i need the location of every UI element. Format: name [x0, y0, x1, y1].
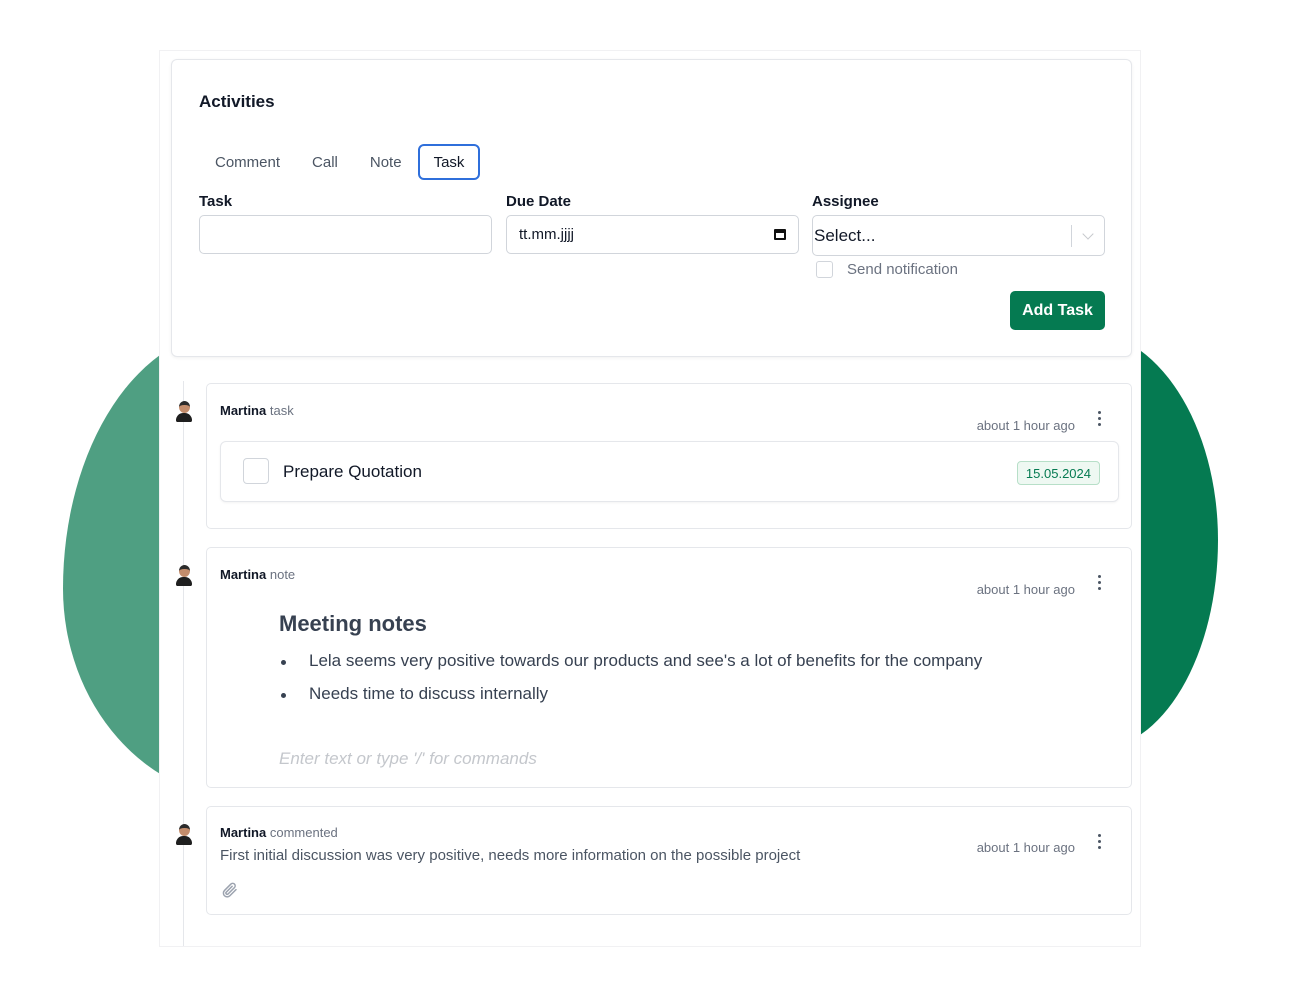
send-notification-label: Send notification [847, 261, 958, 278]
avatar [174, 824, 194, 846]
tab-note[interactable]: Note [354, 144, 418, 180]
entry-meta: Martina note [220, 567, 295, 582]
due-date-value: tt.mm.jjjj [519, 226, 574, 243]
timeline-line [183, 381, 184, 946]
assignee-select[interactable]: Select... [812, 215, 1105, 256]
assignee-label: Assignee [812, 193, 879, 210]
note-editor-placeholder[interactable]: Enter text or type '/' for commands [279, 749, 537, 769]
send-notification-checkbox[interactable] [816, 261, 833, 278]
note-bullet: Lela seems very positive towards our pro… [279, 651, 982, 684]
more-vertical-icon[interactable] [1097, 411, 1101, 426]
entry-author: Martina [220, 825, 267, 840]
activity-form-card: Activities Comment Call Note Task Task D… [171, 59, 1132, 357]
chevron-down-icon [1082, 227, 1094, 240]
timeline-entry-comment: Martina commented about 1 hour ago First… [206, 806, 1132, 915]
entry-action: task [269, 403, 294, 418]
tab-comment[interactable]: Comment [199, 144, 296, 180]
task-item: Prepare Quotation 15.05.2024 [220, 441, 1119, 502]
due-date-label: Due Date [506, 193, 572, 210]
entry-time: about 1 hour ago [976, 840, 1075, 855]
tab-task[interactable]: Task [417, 144, 481, 180]
assignee-value: Select... [814, 225, 876, 245]
add-task-button[interactable]: Add Task [1010, 291, 1105, 330]
stage: Activities Comment Call Note Task Task D… [0, 0, 1300, 1000]
activity-tabs: Comment Call Note Task [199, 144, 481, 180]
entry-author: Martina [220, 403, 267, 418]
entry-meta: Martina commented [220, 825, 338, 840]
entry-author: Martina [220, 567, 267, 582]
note-bullet-list: Lela seems very positive towards our pro… [279, 651, 982, 717]
comment-text: First initial discussion was very positi… [220, 847, 801, 864]
dropdown-toggle[interactable] [1072, 227, 1104, 240]
entry-action: note [269, 567, 296, 582]
task-title: Prepare Quotation [283, 462, 422, 481]
entry-meta: Martina task [220, 403, 294, 418]
more-vertical-icon[interactable] [1097, 575, 1101, 590]
due-date-input[interactable]: tt.mm.jjjj [506, 215, 799, 254]
entry-action: commented [269, 825, 338, 840]
task-done-checkbox[interactable] [243, 458, 269, 484]
note-heading: Meeting notes [279, 611, 427, 636]
send-notification: Send notification [816, 261, 958, 278]
calendar-icon[interactable] [774, 229, 786, 240]
card-title: Activities [199, 92, 275, 111]
paperclip-icon[interactable] [221, 881, 239, 899]
entry-time: about 1 hour ago [976, 418, 1075, 433]
note-bullet: Needs time to discuss internally [279, 684, 982, 717]
tab-call[interactable]: Call [296, 144, 354, 180]
task-input[interactable] [199, 215, 492, 254]
task-field-label: Task [199, 193, 233, 210]
activities-panel: Activities Comment Call Note Task Task D… [159, 50, 1141, 947]
entry-time: about 1 hour ago [976, 582, 1075, 597]
avatar [174, 565, 194, 587]
more-vertical-icon[interactable] [1097, 834, 1101, 849]
timeline-entry-task: Martina task about 1 hour ago Prepare Qu… [206, 383, 1132, 529]
timeline-entry-note: Martina note about 1 hour ago Meeting no… [206, 547, 1132, 788]
avatar [174, 401, 194, 423]
task-date-badge: 15.05.2024 [1016, 461, 1100, 485]
